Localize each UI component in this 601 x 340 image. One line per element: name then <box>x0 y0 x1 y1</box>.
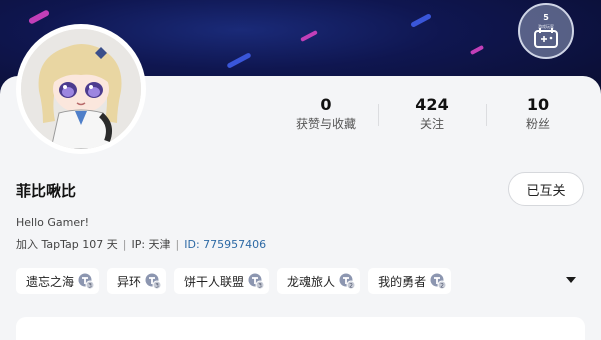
game-tag[interactable]: 异环 3 <box>107 268 167 294</box>
stats-divider <box>378 104 379 126</box>
level-badge-number: 5 <box>543 13 549 22</box>
profile-name: 菲比啾比 <box>16 182 77 200</box>
game-tag-level: 3 <box>258 283 262 290</box>
game-tag-level: 3 <box>155 283 159 290</box>
stat-following-label: 关注 <box>419 117 444 131</box>
game-tag-label: 饼干人联盟 <box>184 274 245 289</box>
avatar[interactable] <box>16 24 146 154</box>
game-tag[interactable]: 遗忘之海 3 <box>16 268 100 294</box>
level-badge-icon: 2 <box>339 273 356 290</box>
stat-following[interactable]: 424 关注 <box>377 95 487 133</box>
game-tag-label: 异环 <box>117 274 142 289</box>
level-badge-icon: 2 <box>430 273 447 290</box>
game-tag-label: 我的勇者 <box>378 274 427 289</box>
stats-divider <box>486 104 487 126</box>
game-tags: 遗忘之海 3 异环 3 饼干人联盟 3 龙魂旅人 2 我的勇者 2 <box>16 268 459 294</box>
game-tag-label: 遗忘之海 <box>26 274 75 289</box>
tags-expand-button[interactable] <box>564 272 578 288</box>
meta-separator: | <box>122 237 127 251</box>
stat-following-value: 424 <box>415 95 449 114</box>
stat-followers-value: 10 <box>526 95 550 114</box>
profile-bio: Hello Gamer! <box>16 216 90 229</box>
game-tag[interactable]: 饼干人联盟 3 <box>174 268 270 294</box>
game-tag-level: 2 <box>440 283 444 290</box>
joined-days: 加入 TapTap 107 天 <box>16 238 118 251</box>
stat-followers[interactable]: 10 粉丝 <box>483 95 593 133</box>
avatar-illustration <box>21 29 141 149</box>
stat-likes[interactable]: 0 获赞与收藏 <box>271 95 381 133</box>
banner-decoration <box>300 30 318 42</box>
gamepad-calendar-icon: 5 游戏玩家 <box>534 13 558 48</box>
game-tag[interactable]: 我的勇者 2 <box>368 268 452 294</box>
profile-meta: 加入 TapTap 107 天 | IP: 天津 | ID: 775957406 <box>16 236 266 252</box>
game-tag-level: 2 <box>349 283 353 290</box>
game-tag[interactable]: 龙魂旅人 2 <box>277 268 361 294</box>
avatar-image <box>21 29 141 149</box>
level-badge[interactable]: 5 游戏玩家 <box>518 3 574 59</box>
level-badge-icon: 3 <box>145 273 162 290</box>
mutual-follow-button[interactable]: 已互关 <box>508 172 584 206</box>
banner-decoration <box>27 9 51 25</box>
banner-decoration <box>226 52 252 69</box>
level-badge-icon: 3 <box>78 273 95 290</box>
stat-followers-label: 粉丝 <box>525 117 550 131</box>
meta-separator: | <box>175 237 180 251</box>
banner-decoration <box>469 44 485 56</box>
game-tag-label: 龙魂旅人 <box>287 274 336 289</box>
chevron-down-icon <box>566 277 576 283</box>
user-id[interactable]: ID: 775957406 <box>184 238 266 251</box>
game-tag-level: 3 <box>88 283 92 290</box>
stat-likes-label: 获赞与收藏 <box>295 117 356 131</box>
banner-decoration <box>410 13 432 28</box>
stat-likes-value: 0 <box>320 95 332 114</box>
content-card <box>16 317 585 340</box>
ip-location: IP: 天津 <box>131 238 171 251</box>
level-badge-icon: 3 <box>248 273 265 290</box>
